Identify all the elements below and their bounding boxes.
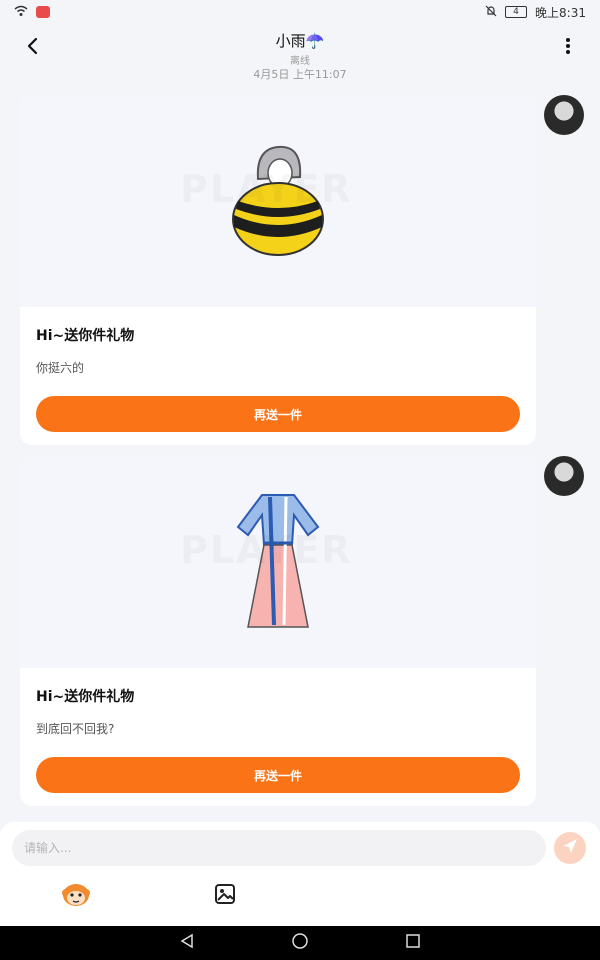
emoji-monkey-icon [61,880,91,912]
message-timestamp: 4月5日 上午11:07 [253,68,347,80]
send-again-button[interactable]: 再送一件 [36,757,520,793]
battery-icon: 4 [505,6,528,18]
send-button[interactable] [554,832,586,864]
battery-level: 4 [513,6,519,17]
send-icon [562,838,578,858]
gift-message-text: 到底回不回我? [36,722,115,736]
gift-title: Hi~送你件礼物 [36,689,135,705]
more-vertical-icon [565,37,571,59]
contact-status: 离线 [290,55,310,67]
gift-card[interactable]: PLAYER Hi~送你件礼物 你挺六的 再送一件 [20,95,536,445]
wifi-icon [14,5,28,20]
back-arrow-icon [25,37,39,59]
nav-home-button[interactable] [289,932,311,954]
avatar[interactable] [544,456,584,496]
chat-header: 小雨☂️ 离线 [0,24,600,72]
watermark: PLAYER [180,528,353,572]
nav-recents-button[interactable] [402,932,424,954]
more-button[interactable] [552,32,584,64]
message-input[interactable] [12,830,546,866]
nav-back-button[interactable] [176,932,198,954]
gift-image: PLAYER [20,456,536,668]
status-bar: 4 晚上8:31 [0,0,600,24]
status-time: 晚上8:31 [535,5,586,20]
gift-message: PLAYER Hi~送你件礼物 你挺六的 再送一件 [20,95,536,445]
send-again-button[interactable]: 再送一件 [36,396,520,432]
image-icon [214,883,236,909]
gift-title: Hi~送你件礼物 [36,328,135,344]
avatar[interactable] [544,95,584,135]
app-notification-icon [36,6,50,18]
system-nav-bar [0,926,600,960]
nav-back-icon [179,933,195,953]
input-area [0,822,600,926]
mute-icon [485,5,497,20]
image-button[interactable] [209,880,241,912]
nav-home-icon [291,932,309,954]
watermark: PLAYER [180,167,353,211]
gift-message: PLAYER Hi~送你件礼物 到底回不回我? 再送一件 [20,456,536,806]
emoji-button[interactable] [60,880,92,912]
gift-card[interactable]: PLAYER Hi~送你件礼物 到底回不回我? 再送一件 [20,456,536,806]
nav-recents-icon [405,933,421,953]
back-button[interactable] [16,32,48,64]
gift-image: PLAYER [20,95,536,307]
contact-name: 小雨☂️ [275,31,325,50]
gift-message-text: 你挺六的 [36,361,85,375]
contact-info: 小雨☂️ 离线 [276,30,325,67]
chat-area[interactable]: PLAYER Hi~送你件礼物 你挺六的 再送一件 PLAYER [0,82,600,822]
